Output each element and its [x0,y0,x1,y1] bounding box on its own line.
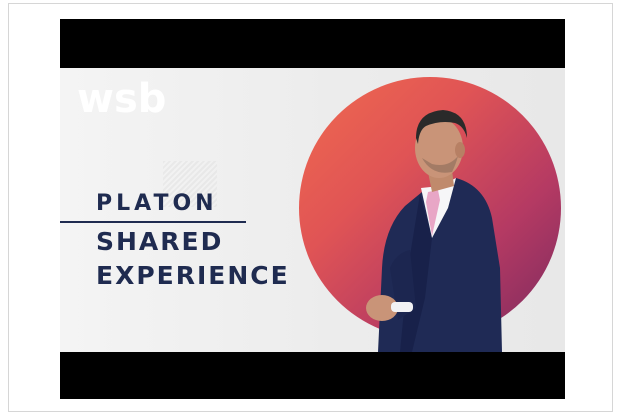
letterbox-top [60,19,565,68]
letterbox-bottom [60,352,565,399]
speaker-photo [366,110,502,352]
video-thumbnail[interactable]: wsb PLATON SHARED EXPERIENCE [60,68,565,352]
video-player[interactable]: wsb PLATON SHARED EXPERIENCE [60,19,565,399]
